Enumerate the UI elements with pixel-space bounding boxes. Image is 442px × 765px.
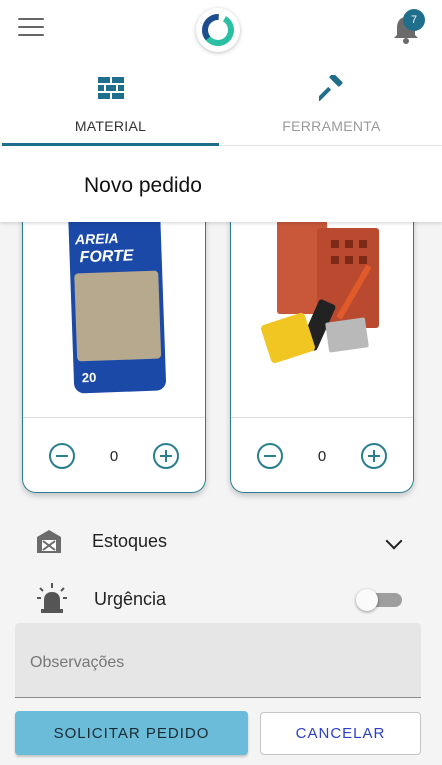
decrease-quantity-button[interactable] — [257, 443, 283, 469]
app-bar: 7 — [0, 0, 442, 58]
observacoes-field[interactable]: Observações — [15, 623, 421, 698]
hammer-icon — [318, 74, 345, 102]
chevron-down-icon[interactable] — [385, 532, 403, 550]
hamburger-menu-icon[interactable] — [18, 18, 44, 38]
quantity-value: 0 — [317, 447, 327, 465]
estoques-select[interactable]: Estoques — [0, 521, 442, 561]
app-logo[interactable] — [196, 8, 240, 52]
product-card[interactable]: 0 — [230, 200, 414, 493]
quantity-value: 0 — [109, 447, 119, 465]
bricks-icon — [97, 74, 124, 102]
tab-material[interactable]: MATERIAL — [0, 58, 221, 146]
solicitar-pedido-button[interactable]: SOLICITAR PEDIDO — [15, 711, 248, 755]
urgencia-toggle[interactable] — [356, 589, 402, 611]
category-tabs: MATERIAL FERRAMENTA — [0, 58, 442, 146]
tab-ferramenta-label: FERRAMENTA — [282, 118, 381, 134]
urgencia-label: Urgência — [94, 589, 167, 609]
tab-ferramenta[interactable]: FERRAMENTA — [221, 58, 442, 145]
quantity-stepper: 0 — [231, 440, 413, 472]
siren-alarm-icon — [36, 582, 68, 619]
tab-material-label: MATERIAL — [74, 118, 147, 134]
product-card[interactable]: AREIA FORTE 20 0 — [22, 200, 206, 493]
observacoes-placeholder: Observações — [30, 654, 125, 671]
quantity-stepper: 0 — [23, 440, 205, 472]
warehouse-icon — [36, 529, 62, 558]
urgencia-row: Urgência — [0, 578, 442, 618]
bag-weight: 20 — [81, 369, 97, 386]
decrease-quantity-button[interactable] — [49, 443, 75, 469]
title-bar: Novo pedido — [0, 146, 442, 222]
bag-brand-line1: AREIA — [74, 229, 119, 248]
product-image-areia-forte: AREIA FORTE 20 — [23, 200, 205, 418]
page-title: Novo pedido — [84, 174, 202, 197]
increase-quantity-button[interactable] — [153, 443, 179, 469]
bag-brand-line2: FORTE — [79, 247, 134, 267]
product-image-bricks-tools — [231, 200, 413, 418]
estoques-label: Estoques — [92, 531, 168, 551]
cancel-button[interactable]: CANCELAR — [260, 712, 421, 755]
notification-count-badge: 7 — [403, 9, 425, 31]
increase-quantity-button[interactable] — [361, 443, 387, 469]
